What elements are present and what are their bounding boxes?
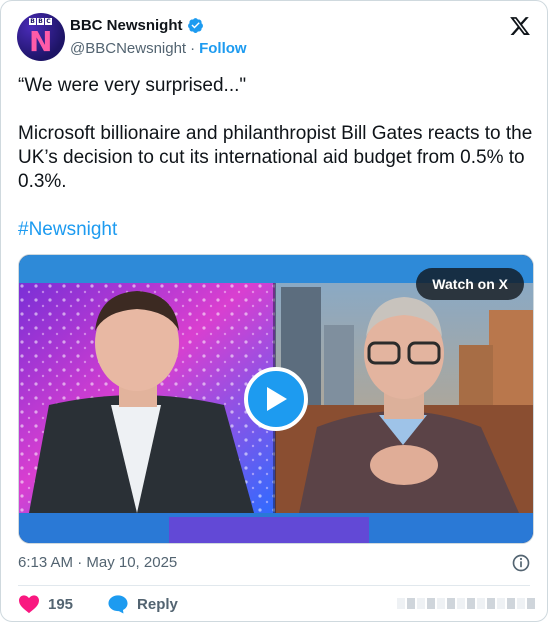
video-thumbnail[interactable]: Watch on X [18,254,534,544]
action-bar: 195 Reply [18,594,178,614]
timestamp[interactable]: 6:13 AM · May 10, 2025 [18,554,177,571]
like-count: 195 [48,595,74,613]
handle[interactable]: @BBCNewsnight [70,40,186,57]
separator: · [190,40,196,57]
reply-button[interactable]: Reply [107,594,178,614]
footer-divider [18,585,530,586]
reply-bubble-icon [108,595,128,614]
name-row: BBC Newsnight [70,17,204,34]
tweet-text: “We were very surprised..." Microsoft bi… [18,74,534,242]
verified-badge-icon [187,18,203,33]
play-icon [267,387,287,411]
tweet-quote: “We were very surprised..." [18,75,247,96]
tweet-embed-card: BBC N BBC Newsnight @BBCNewsnight · Foll… [0,0,548,622]
play-button[interactable] [244,367,308,431]
handle-row: @BBCNewsnight · Follow [70,40,247,57]
watch-on-x-button[interactable]: Watch on X [416,268,524,300]
x-logo-icon[interactable] [509,15,531,37]
copy-link-button[interactable] [397,598,535,609]
follow-button[interactable]: Follow [199,40,247,57]
like-button[interactable]: 195 [18,594,73,614]
info-icon[interactable] [511,553,531,573]
tweet-body: Microsoft billionaire and philanthropist… [18,123,533,192]
heart-icon [19,595,39,614]
avatar[interactable]: BBC N [17,13,65,61]
reply-label: Reply [137,595,178,613]
avatar-letter: N [29,25,53,58]
display-name[interactable]: BBC Newsnight [70,17,183,34]
bbc-logo: BBC [29,18,52,25]
hashtag-link[interactable]: #Newsnight [18,219,117,240]
